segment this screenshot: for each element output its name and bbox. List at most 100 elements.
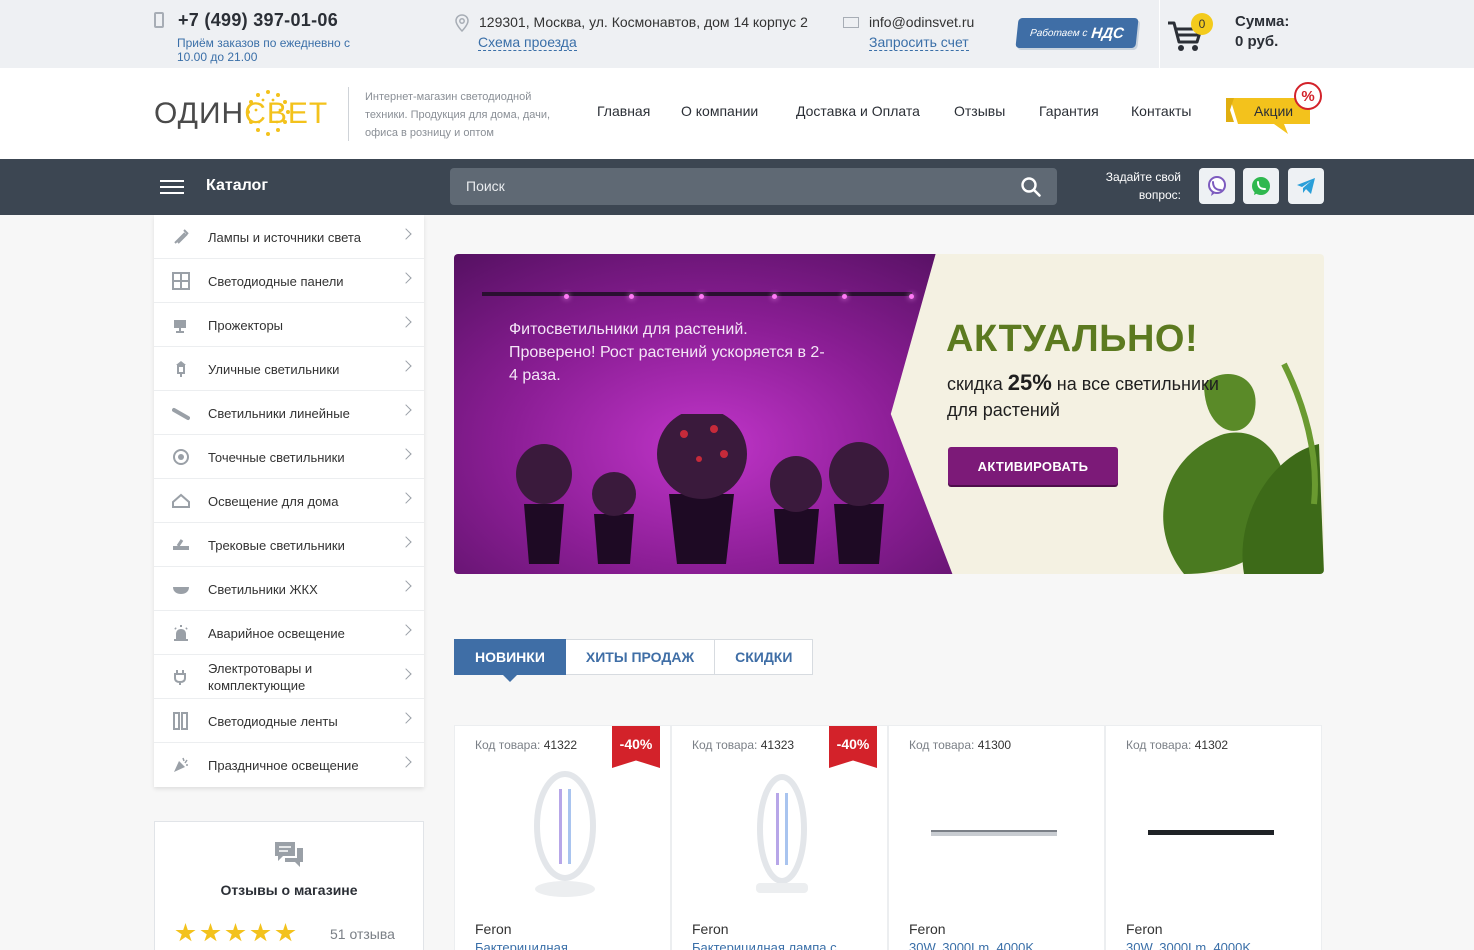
tab-discounts[interactable]: СКИДКИ <box>714 639 814 675</box>
banner-led-dot <box>842 294 847 299</box>
nav-warranty[interactable]: Гарантия <box>1039 103 1099 119</box>
sidebar-item-label: Освещение для дома <box>208 494 339 509</box>
logo-sun-icon <box>246 90 290 136</box>
reviews-title: Отзывы о магазине <box>220 882 358 898</box>
nav-home[interactable]: Главная <box>597 103 650 119</box>
logo-divider <box>348 87 349 141</box>
banner-sub-percent: 25% <box>1007 370 1052 395</box>
star-icon <box>175 923 196 942</box>
sidebar-item-track[interactable]: Трековые светильники <box>154 523 424 567</box>
star-icon <box>200 923 221 942</box>
promo-banner[interactable]: Фитосветильники для растений. Проверено!… <box>454 254 1324 574</box>
nav-reviews[interactable]: Отзывы <box>954 103 1005 119</box>
led-strip-icon <box>173 712 188 730</box>
search-icon[interactable] <box>1020 176 1042 198</box>
banner-led-dot <box>699 294 704 299</box>
product-tabs: НОВИНКИ ХИТЫ ПРОДАЖ СКИДКИ <box>454 639 814 682</box>
sidebar-item-label: Аварийное освещение <box>208 626 345 641</box>
nav-about[interactable]: О компании <box>681 103 758 119</box>
menu-icon <box>160 180 184 194</box>
logo-text-left: ОДИН <box>154 97 245 130</box>
product-brand: Feron <box>692 921 729 937</box>
star-icon <box>250 923 271 942</box>
product-name[interactable]: 30W, 3000Lm, 4000K, <box>909 940 1089 950</box>
request-invoice-link[interactable]: Запросить счет <box>869 35 969 51</box>
promo-label[interactable]: Акции <box>1254 103 1293 119</box>
reviews-count[interactable]: 51 отзыва <box>330 926 395 942</box>
product-card[interactable]: Код товара: 41322 -40% Feron Бактерицидн… <box>454 725 671 950</box>
sidebar-item-lamps[interactable]: Лампы и источники света <box>154 215 424 259</box>
sidebar-item-festive[interactable]: Праздничное освещение <box>154 743 424 787</box>
banner-led-dot <box>772 294 777 299</box>
banner-led-dot <box>564 294 569 299</box>
product-name[interactable]: Бактерицидная лампа с <box>692 940 872 950</box>
tab-new[interactable]: НОВИНКИ <box>454 639 566 682</box>
sidebar-item-housing[interactable]: Светильники ЖКХ <box>154 567 424 611</box>
product-name[interactable]: 30W, 3000Lm, 4000K, <box>1126 940 1306 950</box>
tab-bestsellers[interactable]: ХИТЫ ПРОДАЖ <box>564 639 716 675</box>
sidebar-item-home[interactable]: Освещение для дома <box>154 479 424 523</box>
product-code-label: Код товара: <box>475 738 541 752</box>
nav-contacts[interactable]: Контакты <box>1131 103 1191 119</box>
spotlight-icon <box>173 449 189 465</box>
catalog-sidebar: Лампы и источники света Светодиодные пан… <box>154 215 424 787</box>
sidebar-item-label: Прожекторы <box>208 318 284 333</box>
header: ОДИН СВЕТ Интернет-магазин светодиодной … <box>0 68 1474 159</box>
site-logo[interactable]: ОДИН СВЕТ <box>154 94 328 134</box>
uv-lamp-image <box>534 771 596 897</box>
store-reviews-box[interactable]: Отзывы о магазине 51 отзыва <box>154 821 424 950</box>
chat-bubbles-icon <box>275 842 303 867</box>
lamp-bulb-icon <box>174 229 189 244</box>
street-lamp-icon <box>176 361 186 377</box>
product-code-value: 41323 <box>760 738 795 752</box>
chevron-right-icon <box>400 624 412 636</box>
linear-lamp-icon <box>172 408 190 420</box>
sidebar-item-label: Светильники ЖКХ <box>208 582 318 597</box>
product-card[interactable]: Код товара: 41302 Feron 30W, 3000Lm, 400… <box>1105 725 1322 950</box>
activate-button[interactable]: АКТИВИРОВАТЬ <box>948 447 1118 485</box>
discount-badge: -40% <box>612 726 660 768</box>
telegram-button[interactable] <box>1288 168 1324 204</box>
linear-lamp-image <box>1148 830 1274 835</box>
cart-count-badge: 0 <box>1191 13 1213 35</box>
chevron-right-icon <box>400 360 412 372</box>
search-box[interactable] <box>450 168 1057 205</box>
sidebar-item-linear[interactable]: Светильники линейные <box>154 391 424 435</box>
sidebar-item-label: Светильники линейные <box>208 406 350 421</box>
nav-delivery[interactable]: Доставка и Оплата <box>796 103 920 119</box>
banner-plants-image: Фитосветильники для растений. Проверено!… <box>454 254 953 574</box>
product-card[interactable]: Код товара: 41323 -40% Feron Бактерицидн… <box>671 725 888 950</box>
email-link[interactable]: info@odinsvet.ru <box>869 14 974 30</box>
viber-button[interactable] <box>1199 168 1235 204</box>
sidebar-item-electrical[interactable]: Электротовары и комплектующие <box>154 655 424 699</box>
chevron-right-icon <box>400 756 412 768</box>
discount-badge: -40% <box>829 726 877 768</box>
sidebar-item-label: Светодиодные панели <box>208 274 344 289</box>
sidebar-item-panels[interactable]: Светодиодные панели <box>154 259 424 303</box>
sidebar-item-label: Лампы и источники света <box>208 230 361 245</box>
telegram-icon <box>1297 178 1315 194</box>
sidebar-item-street-lights[interactable]: Уличные светильники <box>154 347 424 391</box>
sidebar-item-floodlights[interactable]: Прожекторы <box>154 303 424 347</box>
map-link[interactable]: Схема проезда <box>478 35 577 51</box>
sidebar-item-led-strips[interactable]: Светодиодные ленты <box>154 699 424 743</box>
product-code: Код товара: 41323 <box>692 738 794 752</box>
catalog-button[interactable]: Каталог <box>154 159 426 215</box>
phone-number[interactable]: +7 (499) 397-01-06 <box>178 10 338 31</box>
sidebar-item-emergency[interactable]: Аварийное освещение <box>154 611 424 655</box>
product-code: Код товара: 41300 <box>909 738 1011 752</box>
whatsapp-button[interactable] <box>1243 168 1279 204</box>
sidebar-item-spot[interactable]: Точечные светильники <box>154 435 424 479</box>
vat-badge: Работаем с НДС <box>1015 18 1139 48</box>
product-code-label: Код товара: <box>909 738 975 752</box>
cart-sum-value: 0 руб. <box>1235 33 1279 50</box>
star-icon <box>275 923 296 942</box>
ask-question-label: Задайте свой вопрос: <box>1105 170 1181 202</box>
sidebar-item-label: Трековые светильники <box>208 538 345 553</box>
product-card[interactable]: Код товара: 41300 Feron 30W, 3000Lm, 400… <box>888 725 1105 950</box>
viber-icon <box>1208 176 1226 196</box>
catalog-search-bar: Каталог Задайте свой вопрос: <box>0 159 1474 215</box>
product-name[interactable]: Бактерицидная <box>475 940 655 950</box>
search-input[interactable] <box>466 178 1006 194</box>
chevron-right-icon <box>400 712 412 724</box>
